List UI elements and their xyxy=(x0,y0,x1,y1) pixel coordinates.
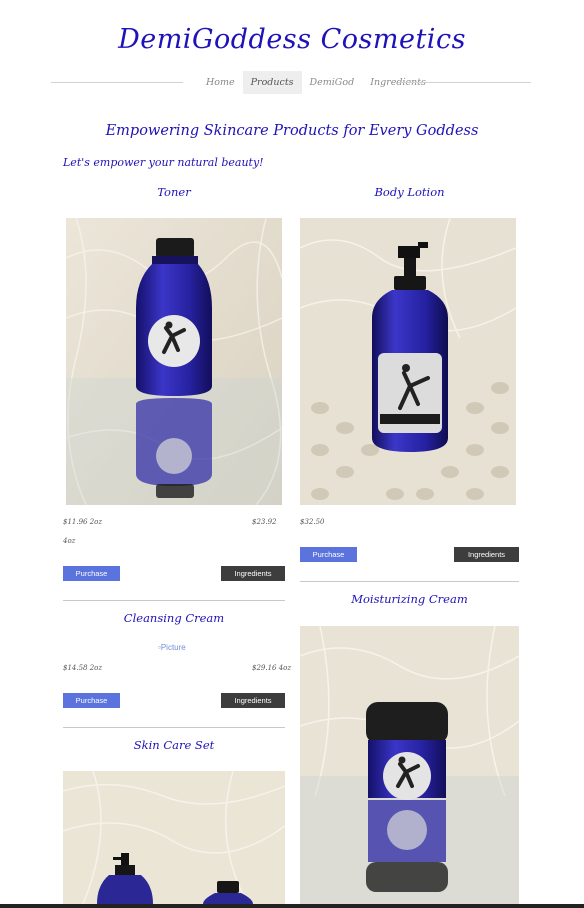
body-lotion-ingredients-button[interactable]: Ingredients xyxy=(454,547,519,562)
body-lotion-photo xyxy=(300,218,516,505)
cleansing-cream-price-2oz: $14.58 2oz xyxy=(63,664,103,672)
nav-item-products[interactable]: Products xyxy=(242,71,302,94)
toner-ingredients-button[interactable]: Ingredients xyxy=(221,566,285,581)
body-lotion-title: Body Lotion xyxy=(374,185,445,199)
cleansing-cream-ingredients-button[interactable]: Ingredients xyxy=(221,693,285,708)
moisturizing-cream-title: Moisturizing Cream xyxy=(351,592,468,606)
toner-photo xyxy=(66,218,282,505)
toner-price-2oz: $11.96 2oz xyxy=(63,518,103,526)
image-alt-text: Picture xyxy=(160,643,186,652)
skin-care-set-title: Skin Care Set xyxy=(133,738,215,752)
cleansing-cream-purchase-button[interactable]: Purchase xyxy=(63,693,120,708)
nav-item-demigod[interactable]: DemiGod xyxy=(302,71,363,94)
toner-price-4oz: $23.92 xyxy=(252,518,277,526)
toner-title: Toner xyxy=(157,185,191,199)
cleansing-cream-title: Cleansing Cream xyxy=(123,611,225,625)
body-lotion-purchase-button[interactable]: Purchase xyxy=(300,547,357,562)
nav-divider-left xyxy=(51,82,183,83)
bottom-scroll-bar xyxy=(0,904,584,908)
toner-divider xyxy=(63,600,285,601)
intro-text: Let's empower your natural beauty! xyxy=(63,156,264,169)
cleansing-cream-price-4oz: $29.16 4oz xyxy=(252,664,292,672)
body-lotion-divider xyxy=(300,581,519,582)
toner-purchase-button[interactable]: Purchase xyxy=(63,566,120,581)
site-title[interactable]: DemiGoddess Cosmetics xyxy=(0,24,584,55)
cleansing-cream-divider xyxy=(63,727,285,728)
skin-care-set-photo xyxy=(63,771,285,904)
moisturizing-cream-photo xyxy=(300,626,519,904)
cleansing-cream-broken-image: ▫Picture xyxy=(158,643,186,652)
toner-price-4oz-unit: 4oz xyxy=(63,537,76,545)
nav-item-home[interactable]: Home xyxy=(198,71,243,94)
page-tagline: Empowering Skincare Products for Every G… xyxy=(105,123,479,139)
body-lotion-price: $32.50 xyxy=(300,518,325,526)
nav-divider-right xyxy=(398,82,531,83)
